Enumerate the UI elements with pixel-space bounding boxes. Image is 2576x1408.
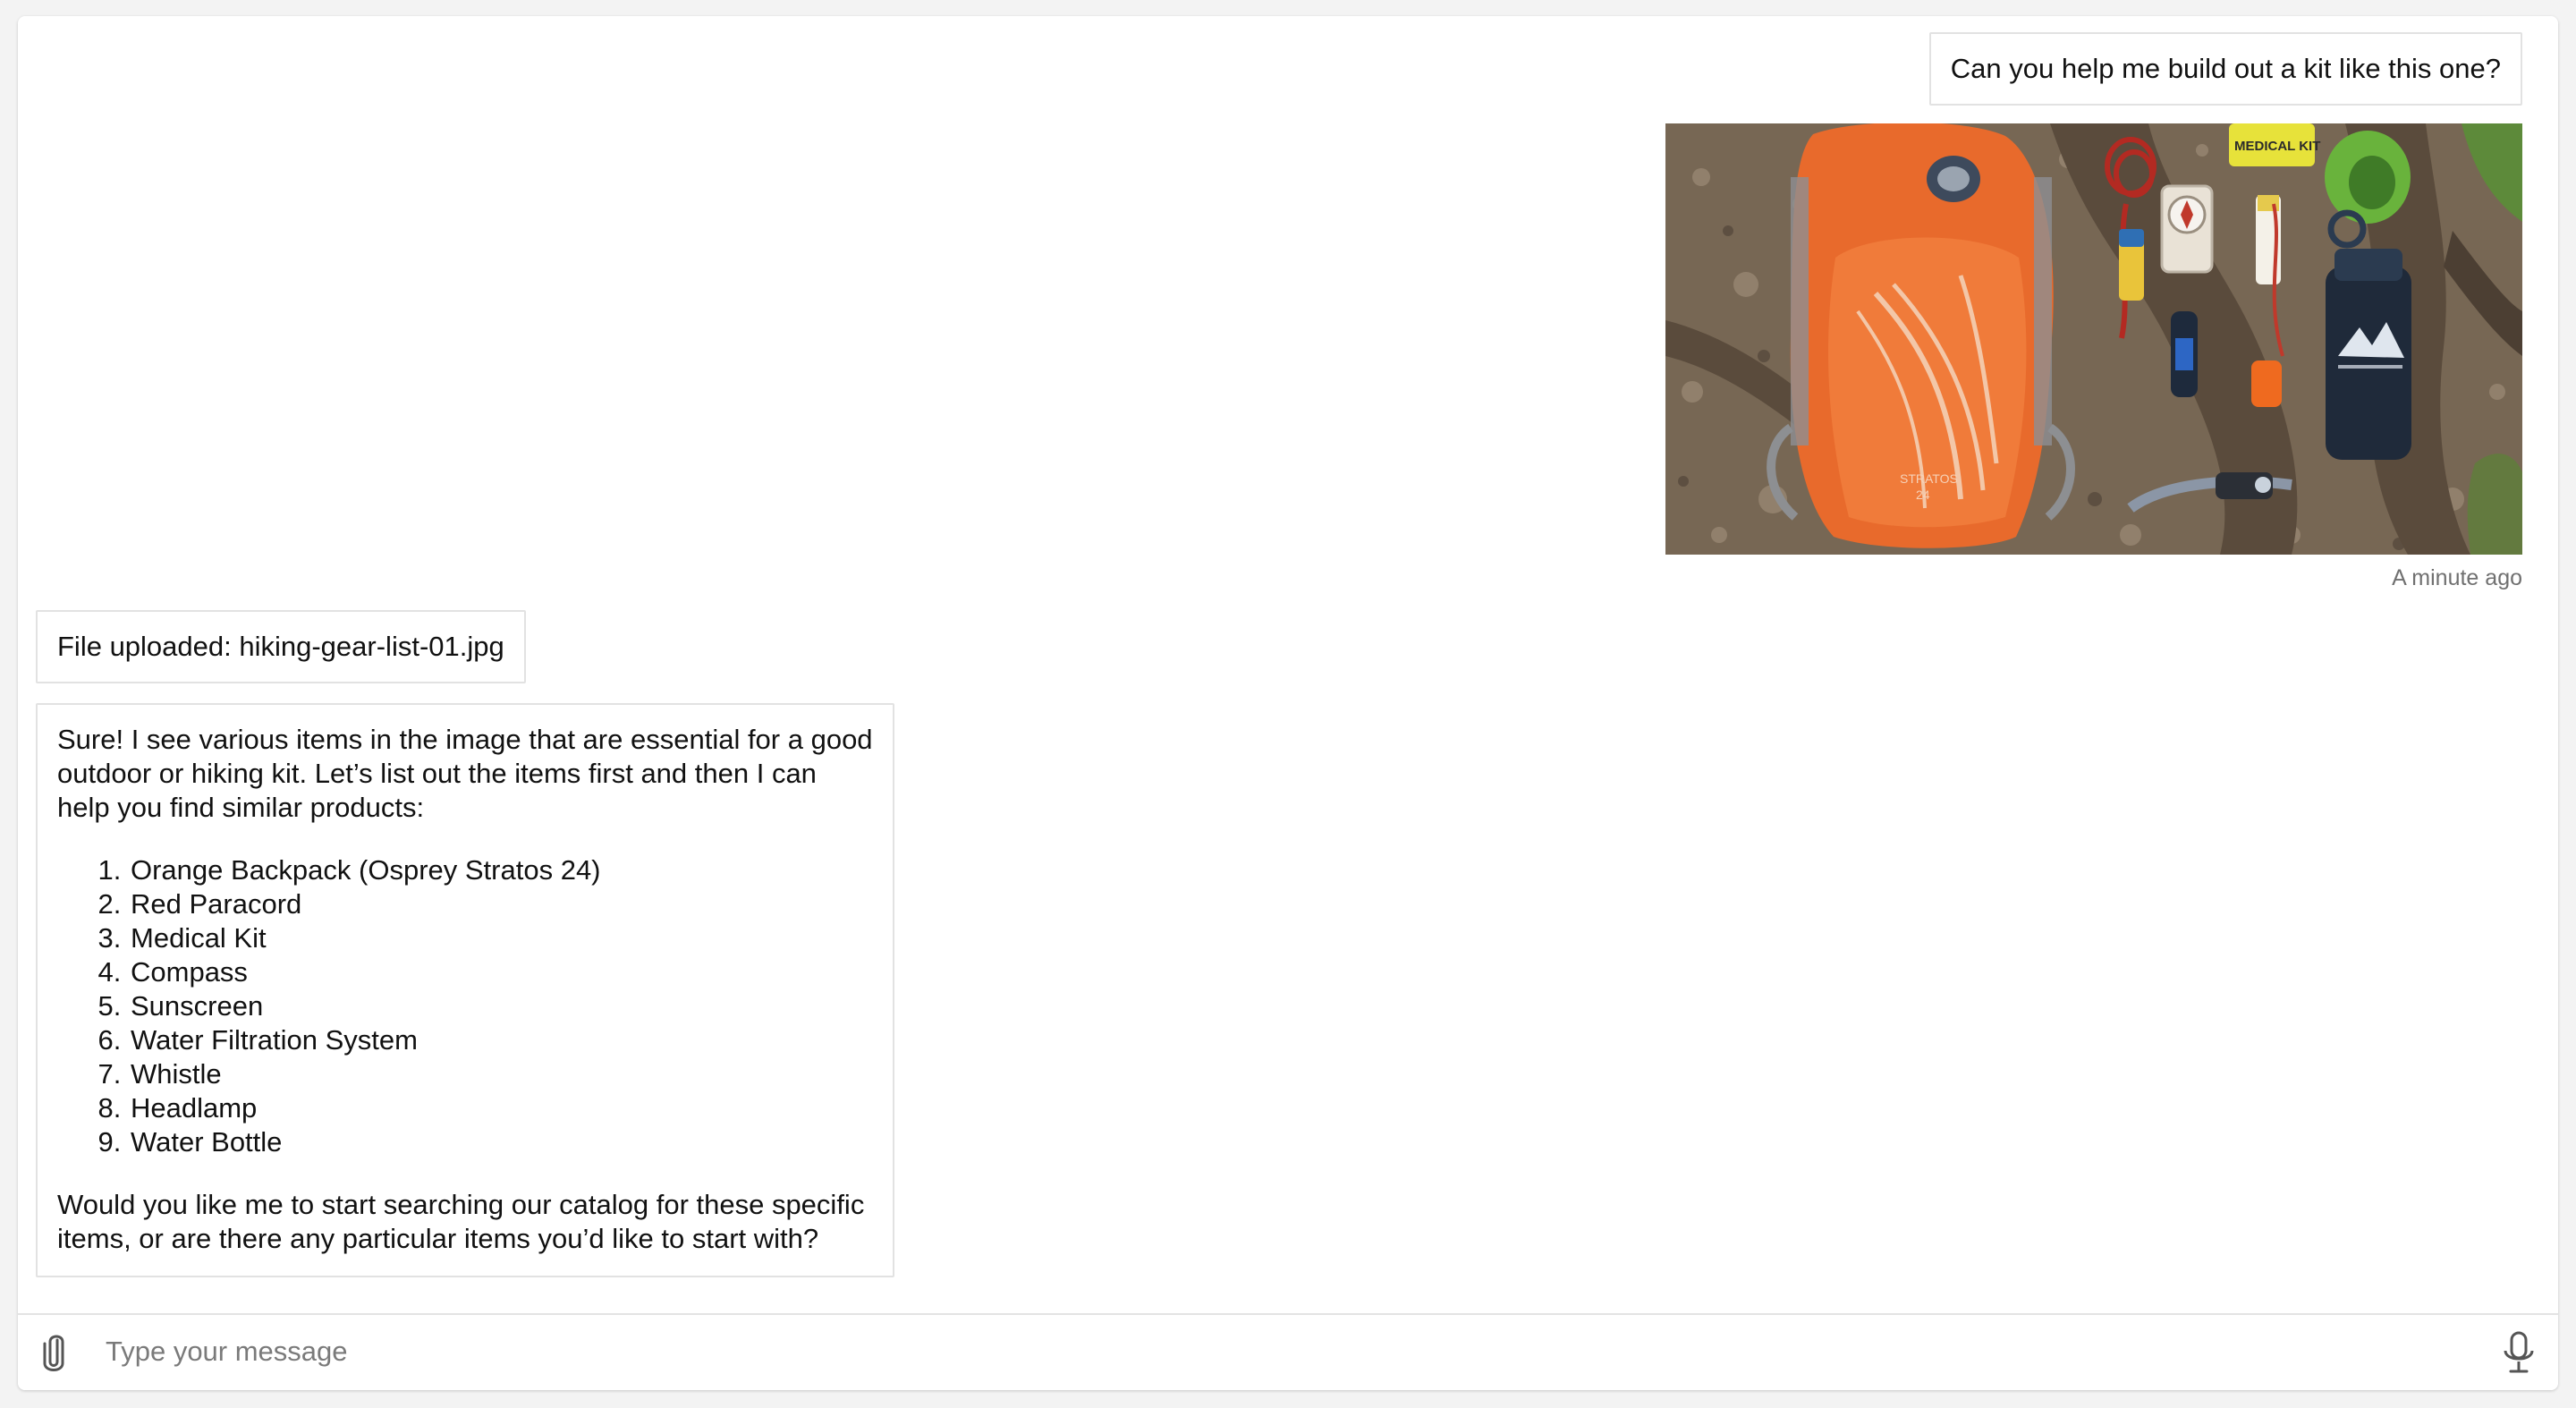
list-item: Water Filtration System (129, 1023, 873, 1057)
list-item: Red Paracord (129, 887, 873, 921)
microphone-icon[interactable] (2499, 1329, 2538, 1376)
message-composer (18, 1313, 2558, 1390)
reply-outro: Would you like me to start searching our… (57, 1189, 865, 1254)
file-upload-notice: File uploaded: hiking-gear-list-01.jpg (36, 610, 526, 683)
backpack-brand-text: STRATOS (1900, 471, 1958, 486)
list-item: Headlamp (129, 1091, 873, 1125)
list-item: Water Bottle (129, 1125, 873, 1159)
list-item: Whistle (129, 1057, 873, 1091)
list-item: Orange Backpack (Osprey Stratos 24) (129, 853, 873, 887)
backpack-size-text: 24 (1916, 488, 1930, 502)
paperclip-icon[interactable] (38, 1331, 70, 1374)
medkit-label-text: MEDICAL KIT (2234, 139, 2320, 154)
list-item: Compass (129, 955, 873, 989)
user-message-text: Can you help me build out a kit like thi… (1950, 53, 2501, 84)
assistant-reply-bubble: Sure! I see various items in the image t… (36, 703, 894, 1277)
list-item: Medical Kit (129, 921, 873, 955)
reply-intro: Sure! I see various items in the image t… (57, 724, 873, 823)
chat-window: Can you help me build out a kit like thi… (18, 16, 2558, 1390)
file-upload-text: File uploaded: hiking-gear-list-01.jpg (57, 631, 504, 662)
uploaded-image[interactable]: STRATOS 24 MEDICAL KIT (1665, 123, 2522, 555)
message-timestamp: A minute ago (2392, 565, 2522, 590)
message-input[interactable] (106, 1327, 2431, 1376)
user-message-bubble: Can you help me build out a kit like thi… (1928, 32, 2522, 106)
gear-item-list: Orange Backpack (Osprey Stratos 24) Red … (57, 853, 873, 1159)
list-item: Sunscreen (129, 989, 873, 1023)
